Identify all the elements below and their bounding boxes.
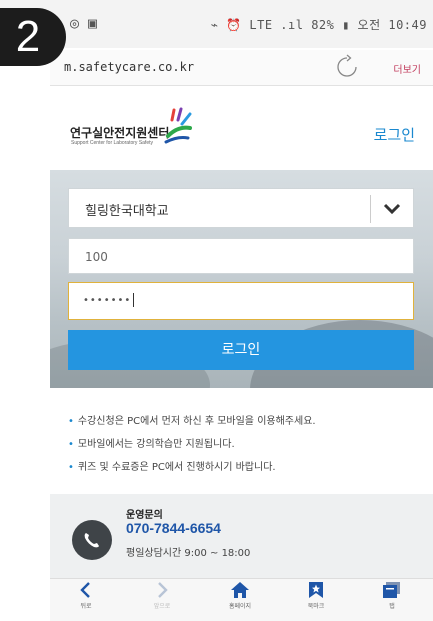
phone-icon[interactable]: [72, 520, 112, 560]
password-input[interactable]: •••••••: [68, 282, 414, 320]
login-submit-button[interactable]: 로그인: [68, 330, 414, 370]
browser-bottom-nav: 뒤로 앞으로 홈페이지 북마크 탭: [50, 578, 433, 621]
chevron-down-icon[interactable]: [383, 202, 401, 216]
status-bar-right-indicators: ⌁ ⏰ LTE .ıl 82% ▮ 오전 10:49: [210, 18, 427, 32]
more-button[interactable]: 더보기: [393, 61, 421, 76]
login-panel: 힐링한국대학교 100 ••••••• 로그인: [50, 170, 433, 388]
step-badge: 2: [0, 8, 66, 66]
nav-forward-button[interactable]: 앞으로: [132, 581, 192, 610]
nav-bookmark-label: 북마크: [307, 603, 325, 610]
notice-item: • 퀴즈 및 수료증은 PC에서 진행하시기 바랍니다.: [68, 458, 428, 473]
user-id-input[interactable]: 100: [68, 238, 414, 274]
password-mask: •••••••: [83, 295, 132, 306]
status-bar-left-icons: ◎ ▣: [70, 14, 98, 32]
notice-text: 수강신청은 PC에서 먼저 하신 후 모바일을 이용해주세요.: [77, 416, 316, 427]
select-divider: [370, 195, 371, 223]
logo-subtitle: Support Center for Laboratory Safety: [71, 140, 153, 146]
nav-back-label: 뒤로: [80, 603, 92, 610]
bookmark-icon: [309, 582, 323, 598]
tabs-icon: [383, 582, 400, 598]
url-text[interactable]: m.safetycare.co.kr: [64, 60, 194, 74]
text-caret: [133, 293, 135, 307]
nav-home-button[interactable]: 홈페이지: [210, 581, 270, 610]
contact-hours: 평일상담시간 9:00 ~ 18:00: [126, 548, 251, 559]
chevron-right-icon: [158, 582, 168, 598]
logo-mark-icon: [164, 107, 192, 144]
notice-list: • 수강신청은 PC에서 먼저 하신 후 모바일을 이용해주세요. • 모바일에서는…: [68, 412, 428, 481]
contact-phone-number[interactable]: 070-7844-6654: [126, 520, 221, 536]
logo-title[interactable]: 연구실안전지원센터: [70, 124, 169, 141]
notice-text: 퀴즈 및 수료증은 PC에서 진행하시기 바랍니다.: [77, 462, 276, 473]
nav-bookmark-button[interactable]: 북마크: [286, 581, 346, 610]
bullet-icon: •: [68, 462, 74, 473]
notice-item: • 수강신청은 PC에서 먼저 하신 후 모바일을 이용해주세요.: [68, 412, 428, 427]
nav-tabs-button[interactable]: 탭: [362, 581, 422, 610]
bullet-icon: •: [68, 416, 74, 427]
notice-item: • 모바일에서는 강의학습만 지원됩니다.: [68, 435, 428, 450]
school-select[interactable]: 힐링한국대학교: [68, 188, 414, 228]
nav-tabs-label: 탭: [389, 603, 395, 610]
school-select-value: 힐링한국대학교: [85, 204, 169, 219]
contact-panel: 운영문의 070-7844-6654 평일상담시간 9:00 ~ 18:00: [50, 494, 433, 578]
nav-back-button[interactable]: 뒤로: [56, 581, 116, 610]
bullet-icon: •: [68, 439, 74, 450]
home-icon: [231, 582, 249, 598]
contact-title: 운영문의: [126, 510, 163, 521]
header-login-link[interactable]: 로그인: [374, 124, 415, 145]
reload-icon[interactable]: [334, 54, 360, 80]
nav-home-label: 홈페이지: [228, 603, 252, 610]
browser-address-bar[interactable]: m.safetycare.co.kr 더보기: [50, 50, 433, 86]
site-header: 연구실안전지원센터 Support Center for Laboratory …: [50, 88, 433, 170]
notice-text: 모바일에서는 강의학습만 지원됩니다.: [77, 439, 235, 450]
chevron-left-icon: [80, 582, 90, 598]
nav-forward-label: 앞으로: [153, 603, 171, 610]
